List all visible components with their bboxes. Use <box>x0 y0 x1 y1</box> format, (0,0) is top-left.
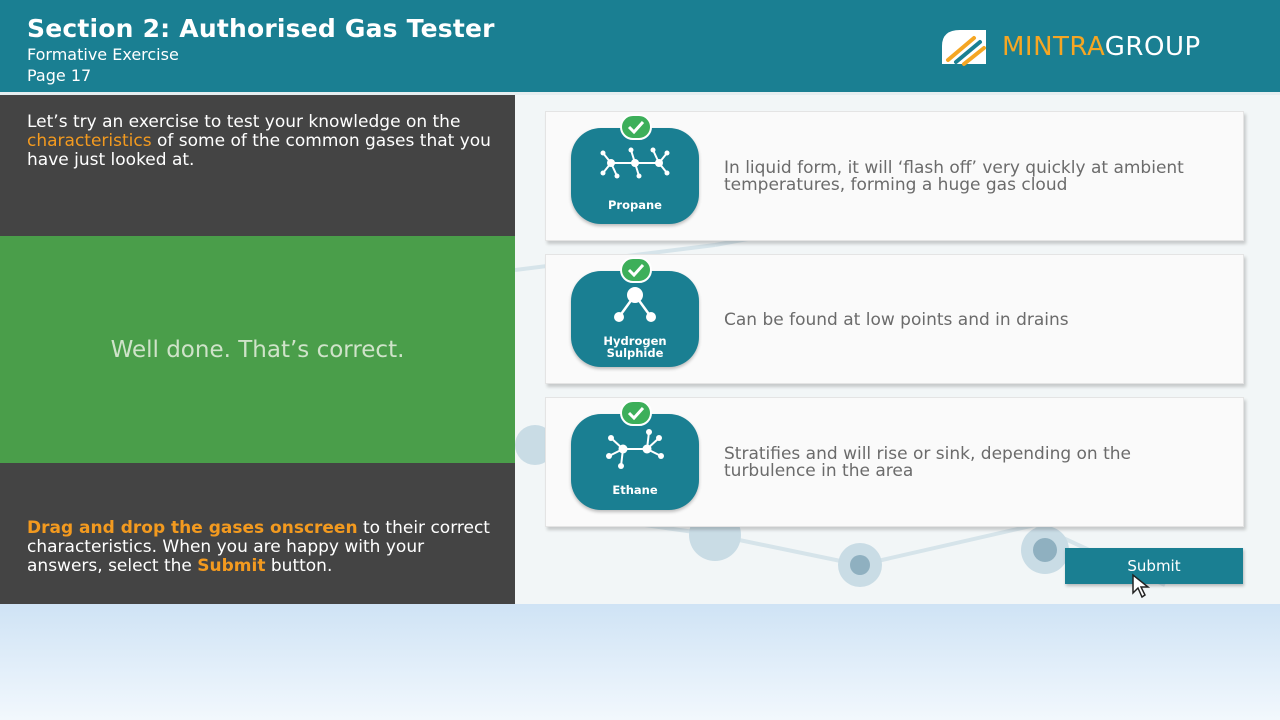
intro-panel: Let’s try an exercise to test your knowl… <box>0 95 515 236</box>
hydrogen-sulphide-molecule-icon <box>614 287 656 322</box>
gas-label: Propane <box>608 198 662 212</box>
page-number: Page 17 <box>27 66 92 85</box>
gas-token-hydrogen-sulphide[interactable]: Hydrogen Sulphide <box>571 271 699 367</box>
logo-text: MINTRAGROUP <box>1002 32 1201 62</box>
feedback-panel: Well done. That’s correct. <box>0 236 515 463</box>
page-subtitle: Formative Exercise <box>27 45 179 64</box>
intro-text-1: Let’s try an exercise to test your knowl… <box>27 112 461 132</box>
characteristic-text: Can be found at low points and in drains <box>724 309 1069 330</box>
gas-token-ethane[interactable]: Ethane <box>571 414 699 510</box>
characteristic-text: Stratifies and will rise or sink, depend… <box>724 444 1132 481</box>
logo-text-accent: MINTRA <box>1002 32 1105 62</box>
gas-label: Hydrogen Sulphide <box>571 335 699 359</box>
gas-label-line2: Sulphide <box>606 346 664 360</box>
check-icon <box>620 257 652 283</box>
propane-molecule-icon <box>600 147 670 179</box>
intro-highlight: characteristics <box>27 131 152 151</box>
gas-label: Ethane <box>612 483 658 497</box>
instructions-text-2: button. <box>265 556 333 576</box>
mouse-cursor-icon <box>1132 573 1151 599</box>
header-bar: Section 2: Authorised Gas Tester Formati… <box>0 0 1280 92</box>
gas-token-propane[interactable]: Propane <box>571 128 699 224</box>
instructions-panel: Drag and drop the gases onscreen to thei… <box>0 463 515 604</box>
instructions-highlight-submit: Submit <box>197 556 266 576</box>
feedback-message: Well done. That’s correct. <box>110 336 405 363</box>
submit-button[interactable]: Submit <box>1065 548 1243 584</box>
ethane-molecule-icon <box>606 429 664 469</box>
footer-area <box>0 604 1280 720</box>
characteristic-text: In liquid form, it will ‘flash off’ very… <box>724 158 1184 195</box>
logo-text-rest: GROUP <box>1104 32 1201 62</box>
page-title: Section 2: Authorised Gas Tester <box>27 14 495 43</box>
check-icon <box>620 114 652 140</box>
mintra-logo: MINTRAGROUP <box>934 24 1201 70</box>
mintra-logo-icon <box>942 30 986 66</box>
check-icon <box>620 400 652 426</box>
instructions-highlight-drag: Drag and drop the gases onscreen <box>27 518 358 538</box>
